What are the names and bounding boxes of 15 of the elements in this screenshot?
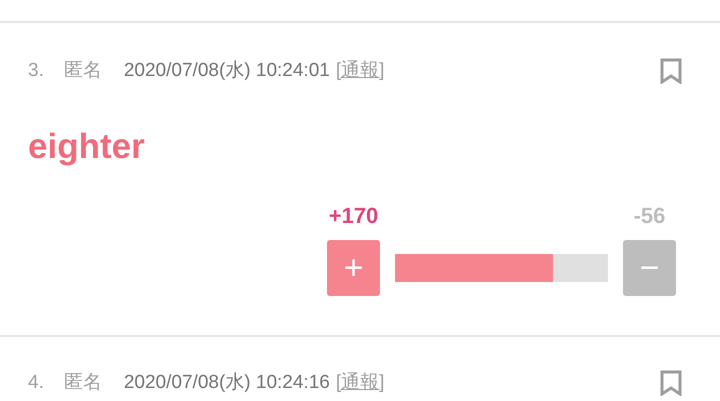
post-text: eighter: [27, 126, 146, 168]
downvote-count: -56: [632, 202, 666, 230]
author-name: 匿名: [64, 58, 102, 83]
post-number: 3.: [28, 58, 44, 83]
upvote-button[interactable]: +: [327, 240, 380, 296]
post-number: 4.: [28, 370, 44, 395]
post-date: 2020/07/08(水) 10:24:01: [124, 58, 330, 83]
downvote-button[interactable]: −: [623, 240, 676, 296]
bookmark-icon[interactable]: [660, 370, 682, 396]
upvote-count: +170: [328, 202, 380, 230]
bookmark-icon[interactable]: [660, 58, 682, 84]
report-link[interactable]: [通報]: [336, 368, 384, 398]
author-name: 匿名: [64, 370, 102, 395]
post-date: 2020/07/08(水) 10:24:16: [124, 370, 330, 395]
report-link[interactable]: [通報]: [336, 56, 384, 86]
